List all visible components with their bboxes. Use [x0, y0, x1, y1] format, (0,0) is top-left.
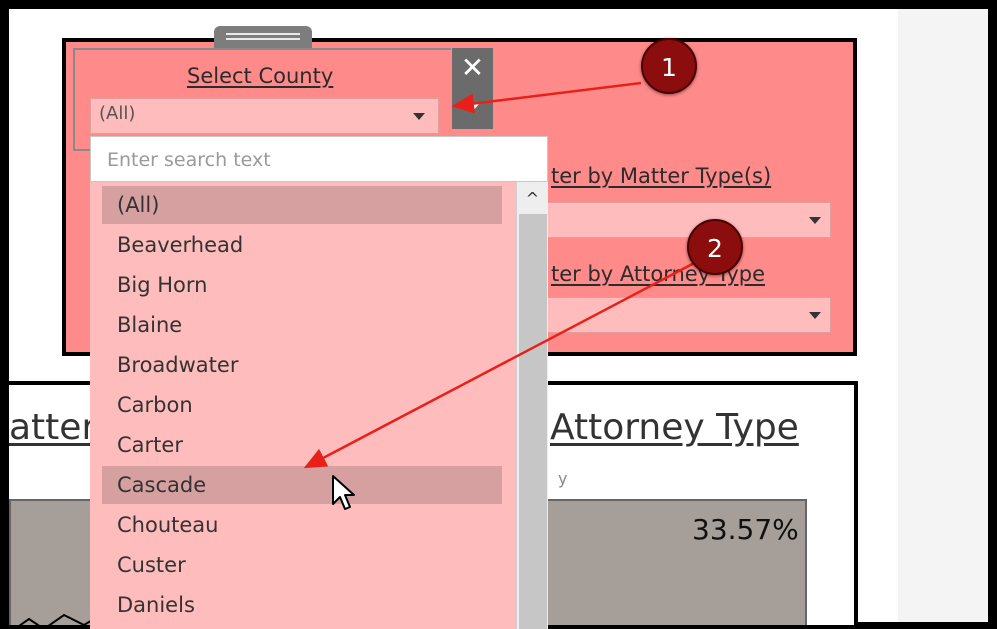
- county-filter-title: Select County: [187, 64, 334, 88]
- chevron-down-icon: [413, 113, 425, 120]
- county-dropdown-list: (All) Beaverhead Big Horn Blaine Broadwa…: [90, 136, 548, 629]
- chevron-down-icon: [809, 217, 821, 224]
- matter-sheet-title: atter: [9, 407, 97, 448]
- annotation-marker-2: 2: [687, 219, 743, 275]
- list-item-all[interactable]: (All): [102, 186, 502, 224]
- mouse-pointer-icon: [332, 475, 355, 510]
- close-button[interactable]: ✕: [452, 48, 493, 129]
- county-dropdown-value: (All): [99, 103, 136, 124]
- matter-type-filter-title: ter by Matter Type(s): [551, 164, 772, 188]
- attorney-type-dropdown[interactable]: [506, 297, 831, 333]
- close-icon: ✕: [460, 51, 485, 84]
- matter-type-dropdown[interactable]: [506, 202, 831, 238]
- percent-label: 33.57%: [692, 513, 799, 546]
- side-pane: [898, 9, 988, 622]
- chevron-up-icon[interactable]: ^: [517, 186, 548, 212]
- chevron-down-icon: [465, 104, 479, 112]
- drag-handle-icon[interactable]: [214, 26, 312, 48]
- list-scrollbar[interactable]: ^: [516, 182, 548, 629]
- list-item[interactable]: Blaine: [102, 306, 502, 344]
- list-item[interactable]: Broadwater: [102, 346, 502, 384]
- list-item[interactable]: Carbon: [102, 386, 502, 424]
- annotation-marker-1: 1: [641, 38, 697, 94]
- search-input[interactable]: [105, 145, 529, 175]
- attorney-type-sheet-title: Attorney Type: [550, 407, 799, 448]
- list-item[interactable]: Carter: [102, 426, 502, 464]
- county-dropdown[interactable]: (All): [90, 98, 439, 134]
- list-item[interactable]: Big Horn: [102, 266, 502, 304]
- list-item[interactable]: Chouteau: [102, 506, 502, 544]
- scrollbar-thumb[interactable]: [519, 214, 547, 629]
- subtitle-fragment: y: [558, 469, 568, 488]
- list-item[interactable]: Beaverhead: [102, 226, 502, 264]
- list-item[interactable]: Daniels: [102, 586, 502, 624]
- list-item-hovered[interactable]: Cascade: [102, 466, 502, 504]
- county-options-list: (All) Beaverhead Big Horn Blaine Broadwa…: [90, 182, 516, 629]
- list-item[interactable]: Custer: [102, 546, 502, 584]
- chevron-down-icon: [809, 312, 821, 319]
- search-field[interactable]: [90, 136, 548, 182]
